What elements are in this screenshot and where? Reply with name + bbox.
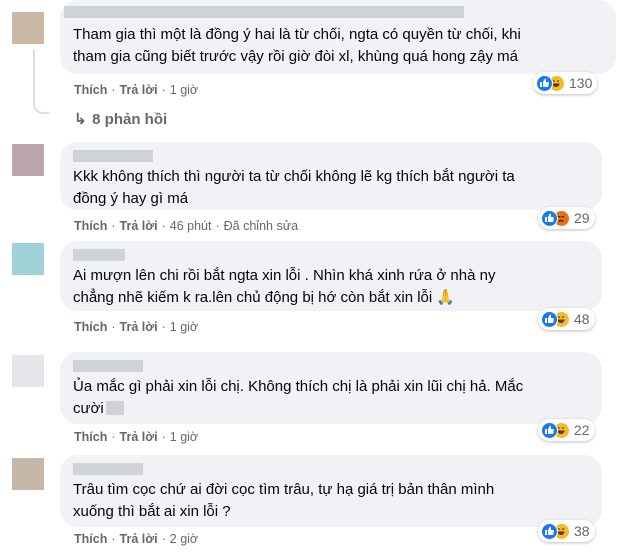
reaction-summary[interactable]: 130 <box>533 72 598 94</box>
reaction-summary[interactable]: 38 <box>538 520 595 542</box>
comment-timestamp[interactable]: 1 giờ <box>170 83 198 97</box>
reply-button[interactable]: Trả lời <box>120 219 158 233</box>
like-button[interactable]: Thích <box>74 83 107 97</box>
reaction-count: 29 <box>574 210 590 226</box>
reaction-count: 38 <box>574 523 590 539</box>
reaction-count: 130 <box>569 75 593 91</box>
reaction-summary[interactable]: 48 <box>538 308 595 330</box>
avatar[interactable] <box>12 12 44 44</box>
avatar[interactable] <box>12 144 44 176</box>
like-button[interactable]: Thích <box>74 430 107 444</box>
like-button[interactable]: Thích <box>74 320 107 334</box>
thread-connector <box>33 98 49 114</box>
reply-button[interactable]: Trả lời <box>120 430 158 444</box>
commenter-name[interactable] <box>73 360 143 372</box>
comment-text: Ai mượn lên chi rồi bắt ngta xin lỗi . N… <box>73 267 496 306</box>
comment-bubble: Tham gia thì một là đồng ý hai là từ chố… <box>60 0 616 74</box>
comment-timestamp[interactable]: 2 giờ <box>170 532 198 546</box>
like-reaction-icon <box>541 209 558 227</box>
like-button[interactable]: Thích <box>74 219 107 233</box>
comment-bubble: Kkk không thích thì người ta từ chối khô… <box>60 142 602 210</box>
edited-label: Đã chỉnh sửa <box>223 219 299 233</box>
like-reaction-icon <box>536 74 553 92</box>
reply-button[interactable]: Trả lời <box>120 320 158 334</box>
comment-text: Trâu tìm cọc chứ ai đời cọc tìm trâu, tự… <box>73 481 495 520</box>
comment-actions: Thích · Trả lời · 1 giờ <box>74 83 199 97</box>
reaction-count: 22 <box>574 422 590 438</box>
commenter-name[interactable] <box>73 150 153 162</box>
comment-bubble: Ủa mắc gì phải xin lỗi chị. Không thích … <box>60 352 602 424</box>
comment-bubble: Ai mượn lên chi rồi bắt ngta xin lỗi . N… <box>60 241 602 311</box>
reaction-summary[interactable]: 22 <box>538 419 595 441</box>
comment-actions: Thích · Trả lời · 46 phút · Đã chỉnh sửa <box>74 219 299 233</box>
avatar[interactable] <box>12 243 44 275</box>
comment-timestamp[interactable]: 1 giờ <box>170 320 198 334</box>
commenter-name[interactable] <box>73 463 143 475</box>
comment-timestamp[interactable]: 1 giờ <box>170 430 198 444</box>
comment-actions: Thích · Trả lời · 2 giờ <box>74 532 199 546</box>
comment-actions: Thích · Trả lời · 1 giờ <box>74 320 199 334</box>
comment-text: Tham gia thì một là đồng ý hai là từ chố… <box>73 26 521 65</box>
like-button[interactable]: Thích <box>74 532 107 546</box>
commenter-name[interactable] <box>73 249 125 261</box>
reply-button[interactable]: Trả lời <box>120 532 158 546</box>
reply-arrow-icon: ↳ <box>74 111 87 128</box>
commenter-name[interactable] <box>64 6 464 18</box>
reaction-count: 48 <box>574 311 590 327</box>
reply-button[interactable]: Trả lời <box>120 83 158 97</box>
like-reaction-icon <box>541 421 558 439</box>
comment-bubble: Trâu tìm cọc chứ ai đời cọc tìm trâu, tự… <box>60 455 602 527</box>
like-reaction-icon <box>541 310 558 328</box>
comment-actions: Thích · Trả lời · 1 giờ <box>74 430 199 444</box>
avatar[interactable] <box>12 458 44 490</box>
blurred-emoji <box>105 401 124 415</box>
like-reaction-icon <box>541 522 558 540</box>
reaction-summary[interactable]: 29 <box>538 207 595 229</box>
view-replies-link[interactable]: ↳ 8 phản hồi <box>74 110 167 128</box>
comment-text: Ủa mắc gì phải xin lỗi chị. Không thích … <box>73 378 524 417</box>
comment-text: Kkk không thích thì người ta từ chối khô… <box>73 168 515 207</box>
avatar[interactable] <box>12 355 44 387</box>
comment-timestamp[interactable]: 46 phút <box>170 219 212 233</box>
